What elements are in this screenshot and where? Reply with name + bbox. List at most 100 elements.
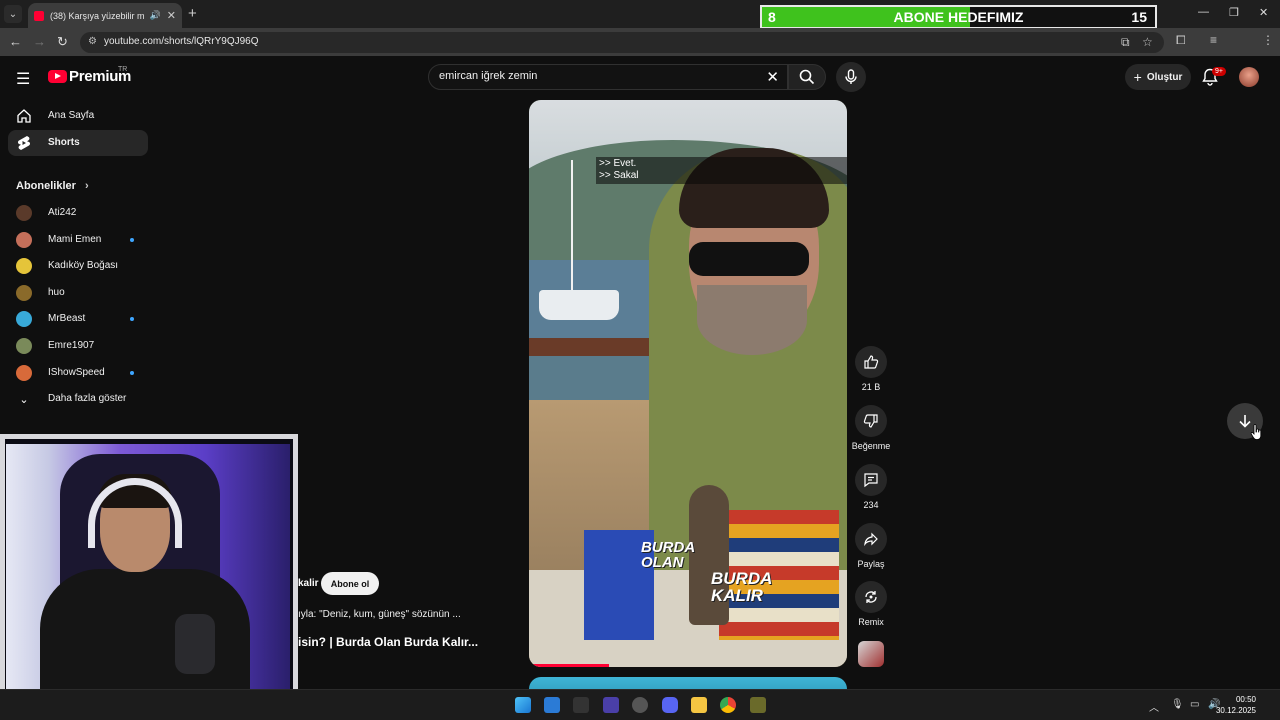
account-avatar[interactable] <box>1239 67 1259 87</box>
like-button[interactable] <box>855 346 887 378</box>
youtube-favicon-icon <box>34 10 44 21</box>
close-tab-icon[interactable]: ✕ <box>167 9 176 22</box>
subscribe-button[interactable]: Abone ol <box>321 572 379 595</box>
share-button[interactable] <box>855 523 887 555</box>
subscriptions-heading[interactable]: Abonelikler › <box>16 180 89 192</box>
channel-name: huo <box>48 287 65 298</box>
minimize-button[interactable]: — <box>1198 6 1209 18</box>
like-count: 21 B <box>861 382 881 392</box>
short-description[interactable]: ıyla: "Deniz, kum, güneş" sözünün ... <box>298 609 461 620</box>
caption-line: >> Evet. <box>599 158 637 169</box>
windows-start-icon[interactable] <box>515 697 531 713</box>
comments-button[interactable] <box>855 464 887 496</box>
subscription-item[interactable]: huo <box>8 280 148 306</box>
short-title[interactable]: isin? | Burda Olan Burda Kalır... <box>298 635 478 649</box>
browser-menu-icon[interactable]: ⋮ <box>1262 33 1274 47</box>
streamer-webcam <box>0 434 298 720</box>
brand-text-burda-olan: BURDA OLAN <box>641 539 696 571</box>
close-window-button[interactable]: ✕ <box>1259 6 1268 19</box>
browser-tab-bar: ⌄ (38) Karşıya yüzebilir misin? 🔊 ✕ + 8 … <box>0 0 1280 29</box>
caption-line: >> Sakal <box>599 170 639 181</box>
new-tab-button[interactable]: + <box>188 5 197 22</box>
subscription-item[interactable]: Kadıköy Boğası <box>8 253 148 279</box>
extra-app-icon[interactable] <box>750 697 766 713</box>
search-input[interactable] <box>439 70 759 82</box>
create-button[interactable]: + Oluştur <box>1125 64 1191 90</box>
clear-search-icon[interactable]: ✕ <box>766 68 779 86</box>
file-explorer-icon[interactable] <box>691 697 707 713</box>
channel-name: Kadıköy Boğası <box>48 260 119 271</box>
forward-arrow-icon[interactable]: → <box>33 34 46 49</box>
media-controls-icon[interactable]: ≡ <box>1210 33 1217 47</box>
voice-search-button[interactable] <box>836 62 866 92</box>
subscription-item[interactable]: MrBeast <box>8 306 148 332</box>
url-text[interactable]: youtube.com/shorts/lQRrY9QJ96Q <box>104 36 259 47</box>
new-content-dot <box>130 317 134 321</box>
tab-title: (38) Karşıya yüzebilir misin? <box>50 10 144 21</box>
dislike-button[interactable] <box>855 405 887 437</box>
channel-avatar <box>16 285 32 301</box>
hand-cursor-icon <box>1250 424 1262 440</box>
channel-name: Mami Emen <box>48 234 102 245</box>
show-more-button[interactable]: ⌄ Daha fazla göster <box>8 386 148 412</box>
sidebar-item-label: Shorts <box>48 137 80 148</box>
channel-name: Ati242 <box>48 207 77 218</box>
address-bar[interactable]: ⚙ youtube.com/shorts/lQRrY9QJ96Q ⧉ ☆ <box>80 32 1164 53</box>
browser-tab[interactable]: (38) Karşıya yüzebilir misin? 🔊 ✕ <box>28 3 182 28</box>
remix-button[interactable] <box>855 581 887 613</box>
browser-toolbar: ← → ↻ ⚙ youtube.com/shorts/lQRrY9QJ96Q ⧉… <box>0 28 1280 56</box>
bookmark-star-icon[interactable]: ☆ <box>1142 35 1153 49</box>
sound-thumbnail[interactable] <box>858 641 884 667</box>
comment-count: 234 <box>863 500 879 510</box>
home-icon <box>16 108 32 124</box>
tray-microphone-icon[interactable]: 🎙 <box>1171 699 1184 710</box>
subscription-item[interactable]: IShowSpeed <box>8 360 148 386</box>
thumbs-down-icon <box>863 414 878 428</box>
install-app-icon[interactable]: ⧉ <box>1121 35 1130 50</box>
obs-icon[interactable] <box>632 697 648 713</box>
remix-label: Remix <box>858 617 884 627</box>
short-video-player[interactable]: BURDA OLAN BURDA KALIR >> Evet. >> Sakal <box>529 100 847 667</box>
create-label: Oluştur <box>1146 71 1183 83</box>
subscription-item[interactable]: Mami Emen <box>8 227 148 253</box>
plus-icon: + <box>1133 69 1142 85</box>
search-icon <box>799 69 815 85</box>
tray-chevron-icon[interactable]: ︿ <box>1149 699 1159 714</box>
mail-app-icon[interactable] <box>573 697 589 713</box>
channel-name[interactable]: kalir <box>298 578 319 589</box>
video-progress-bar[interactable] <box>529 664 609 667</box>
dev-app-icon[interactable] <box>603 697 619 713</box>
search-button[interactable] <box>788 64 826 90</box>
site-info-icon[interactable]: ⚙ <box>88 36 97 47</box>
dislike-label: Beğenme <box>851 441 891 451</box>
chrome-icon[interactable] <box>720 697 736 713</box>
system-clock[interactable]: 00:50 30.12.2025 <box>1216 694 1256 716</box>
subscription-item[interactable]: Ati242 <box>8 200 148 226</box>
discord-icon[interactable] <box>662 697 678 713</box>
speaker-icon[interactable]: 🔊 <box>150 10 161 21</box>
back-arrow-icon[interactable]: ← <box>9 34 22 49</box>
channel-avatar <box>16 258 32 274</box>
extensions-icon[interactable]: ⧠ <box>1176 33 1186 48</box>
shorts-icon <box>16 135 32 151</box>
channel-avatar <box>16 205 32 221</box>
tray-display-icon[interactable]: ▭ <box>1190 699 1199 710</box>
menu-hamburger-icon[interactable]: ☰ <box>16 69 30 89</box>
comment-icon <box>864 473 878 488</box>
microphone-icon <box>845 69 857 84</box>
channel-avatar <box>16 311 32 327</box>
sidebar-item-home[interactable]: Ana Sayfa <box>8 103 148 129</box>
clock-date: 30.12.2025 <box>1215 706 1256 715</box>
subscription-item[interactable]: Emre1907 <box>8 333 148 359</box>
goal-label: ABONE HEDEFIMIZ <box>893 9 1024 25</box>
sidebar-item-shorts[interactable]: Shorts <box>8 130 148 156</box>
maximize-button[interactable]: ❐ <box>1229 6 1239 19</box>
youtube-logo-icon[interactable] <box>48 70 67 83</box>
share-label: Paylaş <box>857 559 885 569</box>
reload-icon[interactable]: ↻ <box>57 34 68 50</box>
new-content-dot <box>130 371 134 375</box>
outlook-icon[interactable] <box>544 697 560 713</box>
webcam-frame <box>0 434 298 720</box>
tab-search-button[interactable]: ⌄ <box>4 5 22 23</box>
channel-name: MrBeast <box>48 313 86 324</box>
